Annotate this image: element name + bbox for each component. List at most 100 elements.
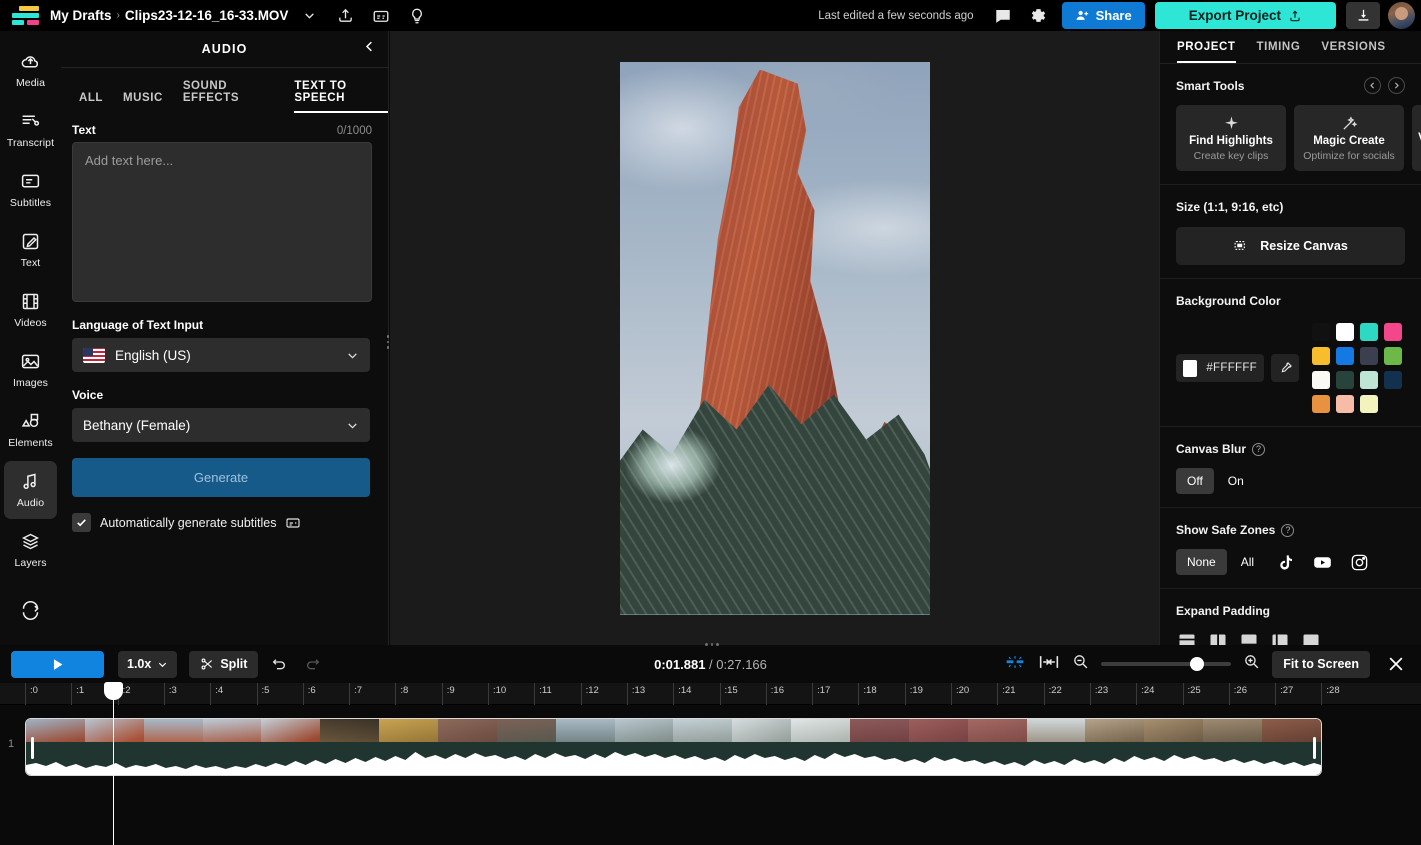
tab-all[interactable]: ALL — [79, 92, 103, 113]
download-button[interactable] — [1346, 2, 1380, 29]
sidebar-item-layers[interactable]: Layers — [4, 521, 57, 579]
color-swatch[interactable] — [1336, 395, 1354, 413]
undo-button[interactable] — [266, 651, 292, 677]
ruler-tick: :20 — [951, 683, 969, 705]
playhead[interactable] — [104, 682, 123, 845]
color-swatch[interactable] — [1360, 395, 1378, 413]
auto-subtitles-checkbox[interactable] — [72, 513, 91, 532]
zoom-out-button[interactable] — [1072, 653, 1089, 675]
blur-off-option[interactable]: Off — [1176, 468, 1214, 494]
playback-speed-select[interactable]: 1.0x — [118, 650, 178, 678]
ruler-tick: :13 — [626, 683, 645, 705]
clip-right-handle[interactable] — [1313, 737, 1316, 759]
color-swatch[interactable] — [1312, 347, 1330, 365]
eyedropper-icon — [1281, 361, 1292, 372]
redo-button[interactable] — [300, 651, 326, 677]
safezone-instagram-option[interactable] — [1342, 549, 1376, 575]
color-swatch[interactable] — [1312, 371, 1330, 389]
generate-button[interactable]: Generate — [72, 458, 370, 497]
color-swatch[interactable] — [1312, 395, 1330, 413]
next-tool-card-partial[interactable]: V — [1412, 105, 1421, 171]
auto-subtitles-label: Automatically generate subtitles — [100, 515, 277, 530]
safezone-youtube-option[interactable] — [1305, 549, 1339, 575]
video-preview[interactable] — [619, 61, 930, 615]
breadcrumb-workspace[interactable]: My Drafts — [50, 8, 112, 23]
magic-create-card[interactable]: Magic Create Optimize for socials — [1294, 105, 1404, 171]
magnet-snap-button[interactable] — [1004, 652, 1026, 677]
sidebar-item-elements[interactable]: Elements — [4, 401, 57, 459]
timeline-ruler[interactable]: :0:1:2:3:4:5:6:7:8:9:10:11:12:13:14:15:1… — [0, 683, 1421, 705]
fit-to-screen-button[interactable]: Fit to Screen — [1272, 650, 1370, 678]
collapse-panel-button[interactable] — [362, 39, 377, 59]
blur-on-option[interactable]: On — [1217, 468, 1255, 494]
tab-versions[interactable]: VERSIONS — [1321, 41, 1385, 63]
sidebar-item-images[interactable]: Images — [4, 341, 57, 399]
resize-canvas-button[interactable]: Resize Canvas — [1176, 227, 1405, 265]
color-swatch[interactable] — [1360, 347, 1378, 365]
sidebar-item-text[interactable]: Text — [4, 221, 57, 279]
tab-project[interactable]: PROJECT — [1177, 41, 1236, 63]
color-swatch[interactable] — [1336, 371, 1354, 389]
safezone-none-option[interactable]: None — [1176, 549, 1227, 575]
color-swatch[interactable] — [1384, 323, 1402, 341]
timeline-clip[interactable] — [25, 718, 1322, 776]
loop-icon — [22, 600, 39, 620]
upload-icon[interactable] — [330, 3, 360, 29]
tab-text-to-speech[interactable]: TEXT TO SPEECH — [294, 80, 388, 113]
tab-sound-effects[interactable]: SOUND EFFECTS — [183, 80, 275, 113]
ruler-tick: :18 — [858, 683, 877, 705]
color-swatch[interactable] — [1360, 323, 1378, 341]
captions-icon[interactable] — [366, 3, 396, 29]
color-swatch[interactable] — [1384, 347, 1402, 365]
export-project-button[interactable]: Export Project — [1154, 2, 1336, 29]
voice-select[interactable]: Bethany (Female) — [72, 408, 370, 442]
hex-color-field[interactable]: #FFFFFF — [1176, 354, 1264, 382]
color-swatch[interactable] — [1336, 323, 1354, 341]
sidebar-item-videos[interactable]: Videos — [4, 281, 57, 339]
tab-music[interactable]: MUSIC — [123, 92, 163, 113]
sidebar-label: Media — [15, 77, 46, 89]
clip-left-handle[interactable] — [31, 737, 34, 759]
sidebar-item-loop[interactable] — [4, 581, 57, 639]
voice-label: Voice — [72, 388, 104, 402]
right-panel: PROJECT TIMING VERSIONS Smart Tools Find… — [1159, 31, 1421, 666]
safe-zones-title: Show Safe Zones — [1176, 523, 1276, 537]
color-swatch[interactable] — [1360, 371, 1378, 389]
help-icon[interactable]: ? — [1281, 523, 1295, 537]
user-avatar[interactable] — [1388, 2, 1415, 29]
eyedropper-button[interactable] — [1271, 354, 1299, 382]
share-label: Share — [1095, 8, 1132, 23]
auto-subtitles-row[interactable]: Automatically generate subtitles — [61, 497, 388, 532]
help-icon[interactable]: ? — [1252, 442, 1266, 456]
sidebar-item-media[interactable]: Media — [4, 41, 57, 99]
smart-tools-next-button[interactable] — [1388, 77, 1405, 94]
smart-tools-prev-button[interactable] — [1364, 77, 1381, 94]
chevron-down-icon[interactable] — [294, 3, 324, 29]
comment-icon[interactable] — [988, 3, 1018, 29]
split-button[interactable]: Split — [189, 650, 259, 678]
tab-timing[interactable]: TIMING — [1257, 41, 1301, 63]
color-swatch[interactable] — [1312, 323, 1330, 341]
zoom-in-button[interactable] — [1243, 653, 1260, 675]
find-highlights-card[interactable]: Find Highlights Create key clips — [1176, 105, 1286, 171]
app-logo-icon[interactable] — [12, 5, 42, 26]
fit-between-button[interactable] — [1038, 652, 1060, 677]
close-timeline-button[interactable] — [1382, 650, 1410, 678]
color-swatch[interactable] — [1336, 347, 1354, 365]
sidebar-item-subtitles[interactable]: Subtitles — [4, 161, 57, 219]
safezone-tiktok-option[interactable] — [1268, 549, 1302, 575]
settings-gear-icon[interactable] — [1024, 3, 1054, 29]
sidebar-item-audio[interactable]: Audio — [4, 461, 57, 519]
share-button[interactable]: Share — [1061, 2, 1145, 29]
tts-text-input[interactable]: Add text here... — [72, 142, 372, 302]
breadcrumb-filename[interactable]: Clips23-12-16_16-33.MOV — [125, 8, 289, 23]
timeline-resize-handle[interactable] — [705, 643, 719, 646]
zoom-slider-handle[interactable] — [1190, 657, 1205, 671]
language-select[interactable]: English (US) — [72, 338, 370, 372]
play-button[interactable] — [11, 650, 104, 678]
zoom-slider[interactable] — [1101, 657, 1232, 671]
sidebar-item-transcript[interactable]: Transcript — [4, 101, 57, 159]
safezone-all-option[interactable]: All — [1230, 549, 1265, 575]
color-swatch[interactable] — [1384, 371, 1402, 389]
lightbulb-icon[interactable] — [402, 3, 432, 29]
